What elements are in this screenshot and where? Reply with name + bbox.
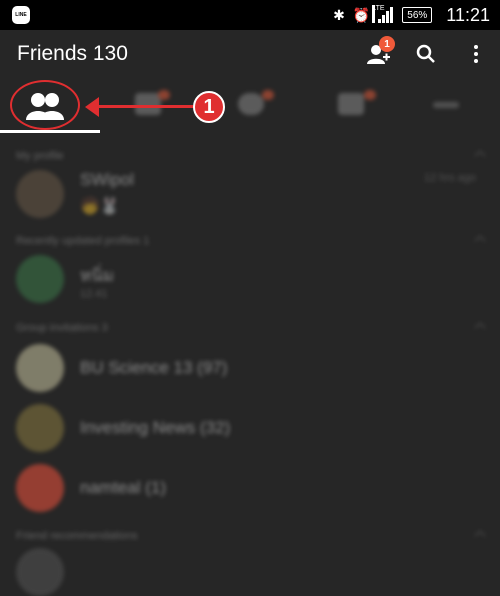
section-header: Recently updated profiles 1 <box>16 235 150 247</box>
signal-icon: LTE <box>372 5 394 23</box>
page-title: Friends 130 <box>17 42 128 65</box>
battery-indicator: 56% <box>402 7 433 23</box>
chevron-up-icon[interactable] <box>474 150 486 162</box>
list-item-name[interactable]: หนิ่ม <box>80 262 114 289</box>
chevron-up-icon[interactable] <box>474 322 486 334</box>
list-item-subtext: 12.41 <box>80 288 108 300</box>
tab-news-badge <box>364 90 376 100</box>
app-bar: Friends 130 <box>0 30 500 78</box>
avatar[interactable] <box>16 255 64 303</box>
clock: 11:21 <box>446 4 490 25</box>
profile-updated-time: 12 hrs ago <box>424 172 476 184</box>
search-button[interactable] <box>414 42 438 66</box>
section-header: Group invitations 3 <box>16 322 108 334</box>
bluetooth-icon: ✱ <box>333 6 345 23</box>
chevron-up-icon[interactable] <box>474 235 486 247</box>
profile-status-emoji: 🧒🐰 <box>80 198 120 215</box>
status-icons: ✱ ⏰ LTE 56% 11:21 <box>333 0 490 30</box>
tab-timeline-badge <box>262 90 274 100</box>
avatar[interactable] <box>16 404 64 452</box>
active-tab-indicator <box>0 130 100 133</box>
group-name[interactable]: namteal (1) <box>80 478 166 498</box>
annotation-arrow-head <box>85 97 99 117</box>
chevron-up-icon[interactable] <box>474 530 486 542</box>
section-header: Friend recommendations <box>16 530 138 542</box>
more-vert-icon <box>474 45 478 63</box>
section-header: My profile <box>16 150 64 162</box>
annotation-step-number: 1 <box>193 91 225 123</box>
status-bar: LINE ✱ ⏰ LTE 56% 11:21 <box>0 0 500 30</box>
search-icon <box>416 44 435 63</box>
avatar[interactable] <box>16 170 64 218</box>
annotation-circle <box>10 80 80 130</box>
tab-more[interactable] <box>433 102 459 108</box>
avatar[interactable] <box>16 344 64 392</box>
annotation-arrow-line <box>95 105 195 108</box>
tab-news[interactable] <box>338 93 364 115</box>
tab-chats-badge <box>158 90 170 100</box>
line-app-icon: LINE <box>12 6 30 24</box>
tab-timeline[interactable] <box>238 93 264 115</box>
group-name[interactable]: Investing News (32) <box>80 418 230 438</box>
add-friend-badge: 1 <box>379 36 395 52</box>
lte-label: LTE <box>372 5 385 23</box>
group-name[interactable]: BU Science 13 (97) <box>80 358 227 378</box>
avatar[interactable] <box>16 464 64 512</box>
alarm-icon: ⏰ <box>352 6 371 23</box>
avatar[interactable] <box>16 548 64 596</box>
tab-chats[interactable] <box>135 93 161 115</box>
profile-name[interactable]: SWipol <box>80 170 134 190</box>
more-options-button[interactable] <box>466 42 486 66</box>
